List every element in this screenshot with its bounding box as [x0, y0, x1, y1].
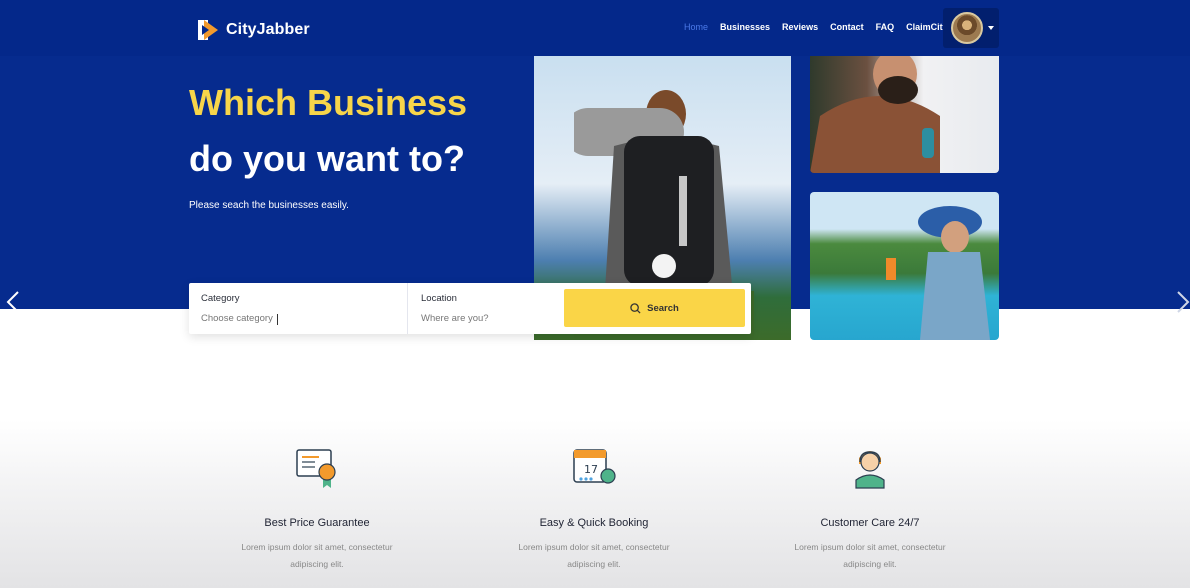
nav-home[interactable]: Home: [684, 22, 708, 32]
user-menu-button[interactable]: [943, 8, 999, 48]
location-label: Location: [421, 293, 457, 304]
carousel-prev-icon[interactable]: [6, 290, 20, 314]
nav-claimcity[interactable]: ClaimCity: [906, 22, 948, 32]
hero-subtitle: Please seach the businesses easily.: [189, 200, 349, 211]
feature-title: Easy & Quick Booking: [539, 517, 649, 529]
chevron-down-icon: [988, 26, 994, 30]
feature-description: Lorem ipsum dolor sit amet, consectetur …: [241, 542, 393, 569]
nav-faq[interactable]: FAQ: [876, 22, 895, 32]
hiker-illustration: [810, 56, 940, 173]
support-agent-icon: [855, 451, 885, 489]
search-button[interactable]: Search: [564, 289, 745, 327]
feature-easy-booking: 17 Easy & Quick Booking Lorem ipsum dolo…: [474, 442, 714, 573]
search-bar: Category Location Search: [189, 283, 751, 334]
feature-customer-care: Customer Care 24/7 Lorem ipsum dolor sit…: [750, 442, 990, 573]
feature-title: Customer Care 24/7: [820, 517, 920, 529]
text-cursor-icon: [277, 314, 283, 325]
top-navbar: CityJabber Home Businesses Reviews Conta…: [0, 0, 1190, 56]
nav-reviews[interactable]: Reviews: [782, 22, 818, 32]
avatar: [951, 12, 983, 44]
nav-businesses[interactable]: Businesses: [720, 22, 770, 32]
category-input[interactable]: [201, 311, 391, 325]
hero-photo-pool: [810, 192, 999, 340]
logo-icon: [198, 20, 218, 40]
feature-title: Best Price Guarantee: [264, 517, 370, 529]
brand-name: CityJabber: [226, 21, 310, 38]
hero-headline-line1: Which Business: [189, 82, 468, 123]
hero-photo-hiker: [810, 56, 999, 173]
main-menu: Home Businesses Reviews Contact FAQ Clai…: [684, 22, 948, 32]
certificate-icon: [296, 449, 336, 488]
feature-best-price: Best Price Guarantee Lorem ipsum dolor s…: [197, 442, 437, 573]
category-label: Category: [201, 293, 240, 304]
location-input[interactable]: [421, 311, 551, 325]
svg-text:17: 17: [584, 463, 598, 476]
pool-illustration: [886, 206, 990, 340]
search-button-label: Search: [647, 302, 679, 314]
nav-contact[interactable]: Contact: [830, 22, 864, 32]
location-field: Location: [409, 283, 559, 334]
feature-description: Lorem ipsum dolor sit amet, consectetur …: [518, 542, 670, 569]
category-field: Category: [189, 283, 408, 334]
brand-logo[interactable]: CityJabber: [196, 18, 310, 42]
carousel-next-icon[interactable]: [1176, 290, 1190, 314]
search-icon: [630, 302, 641, 314]
hero-headline-line2: do you want to?: [189, 138, 465, 179]
feature-description: Lorem ipsum dolor sit amet, consectetur …: [794, 542, 946, 569]
calendar-icon: 17: [573, 449, 616, 484]
